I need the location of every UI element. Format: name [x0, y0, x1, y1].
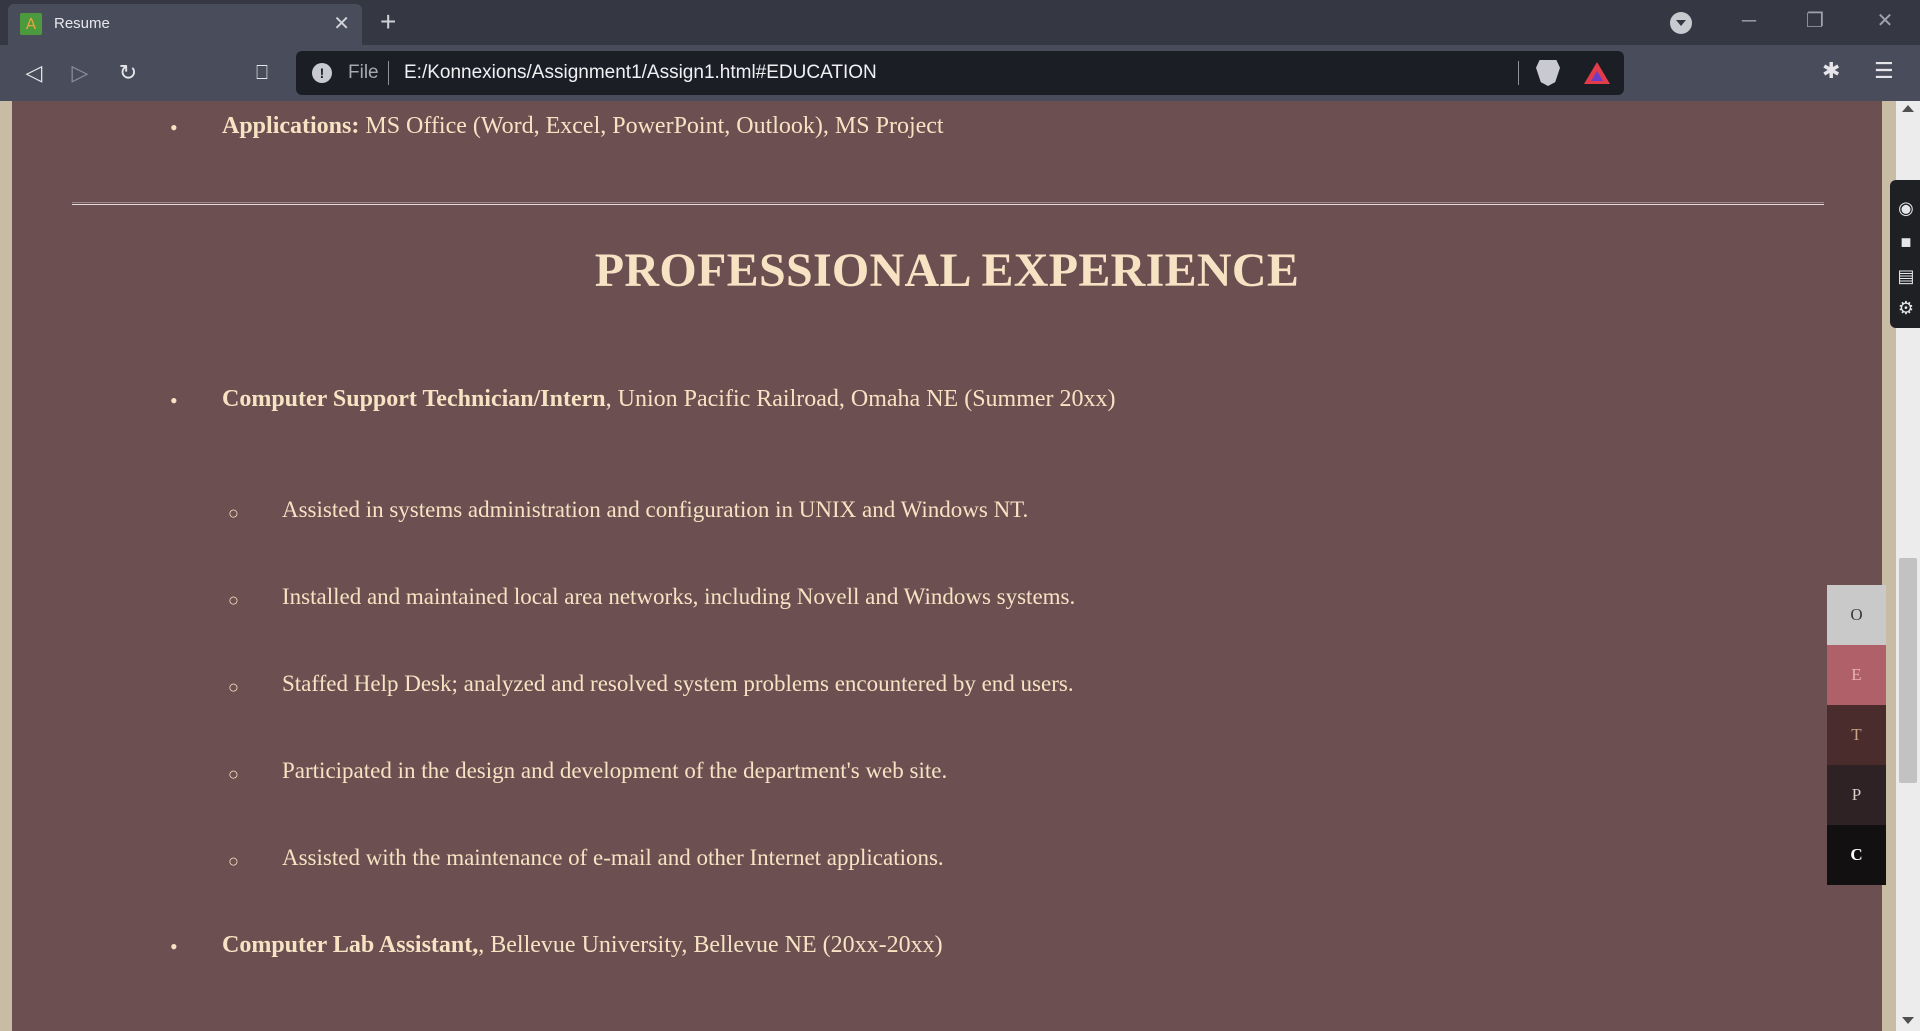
job-title: Computer Support Technician/Intern — [222, 386, 606, 412]
tab-favicon-icon: A — [20, 13, 42, 35]
skill-label: Applications: — [222, 113, 360, 139]
minimize-button[interactable]: ─ — [1726, 5, 1772, 37]
circle-bullet: ○ — [228, 677, 239, 697]
address-bar[interactable]: ! File E:/Konnexions/Assignment1/Assign1… — [296, 51, 1624, 95]
reload-icon[interactable]: ↻ — [112, 57, 144, 89]
menu-icon[interactable]: ☰ — [1874, 58, 1894, 84]
scroll-down-icon[interactable] — [1902, 1017, 1914, 1024]
url-divider — [1518, 61, 1519, 85]
duty-text: Assisted in systems administration and c… — [282, 497, 1029, 522]
duty-text: Installed and maintained local area netw… — [282, 584, 1076, 609]
section-nav-link-c[interactable]: C — [1827, 825, 1886, 885]
job-title: Computer Lab Assistant, — [222, 932, 479, 958]
section-nav-link-p[interactable]: P — [1827, 765, 1886, 825]
extensions-icon[interactable]: ✱ — [1822, 58, 1840, 84]
bullet: • — [170, 934, 178, 959]
section-divider — [72, 202, 1824, 205]
url-text[interactable]: E:/Konnexions/Assignment1/Assign1.html#E… — [404, 62, 877, 84]
job-line: Computer Lab Assistant,, Bellevue Univer… — [222, 932, 943, 959]
job-details: , Bellevue University, Bellevue NE (20xx… — [478, 932, 943, 958]
forward-icon[interactable]: ▷ — [64, 57, 96, 89]
circle-bullet: ○ — [228, 851, 239, 871]
bullet: • — [170, 388, 178, 413]
site-info-icon[interactable]: ! — [312, 63, 332, 83]
new-tab-button[interactable]: + — [380, 6, 396, 38]
circle-bullet: ○ — [228, 503, 239, 523]
browser-toolbar: ◁ ▷ ↻ ⎕ ! File E:/Konnexions/Assignment1… — [0, 45, 1920, 101]
duty-item: ○ Assisted in systems administration and… — [12, 497, 1882, 533]
restore-button[interactable]: ❐ — [1792, 5, 1838, 37]
page-viewport: • Applications: MS Office (Word, Excel, … — [0, 101, 1920, 1031]
duty-text: Assisted with the maintenance of e-mail … — [282, 845, 944, 870]
duty-item: ○ Staffed Help Desk; analyzed and resolv… — [12, 671, 1882, 707]
duty-item: ○ Assisted with the maintenance of e-mai… — [12, 845, 1882, 881]
gear-icon[interactable]: ⚙ — [1896, 298, 1916, 318]
resume-page: • Applications: MS Office (Word, Excel, … — [12, 101, 1882, 1031]
duty-text: Staffed Help Desk; analyzed and resolved… — [282, 671, 1074, 696]
scroll-up-icon[interactable] — [1902, 105, 1914, 112]
bullet: • — [170, 115, 178, 140]
section-nav-link-o[interactable]: O — [1827, 585, 1886, 645]
url-scheme-label: File — [348, 62, 379, 83]
scrollbar-thumb[interactable] — [1899, 558, 1917, 783]
list-item: • Applications: MS Office (Word, Excel, … — [12, 113, 1882, 149]
video-icon[interactable]: ■ — [1896, 232, 1916, 252]
close-window-button[interactable]: ✕ — [1862, 5, 1908, 37]
job-item: • Computer Support Technician/Intern, Un… — [12, 386, 1882, 422]
back-icon[interactable]: ◁ — [18, 57, 50, 89]
circle-bullet: ○ — [228, 590, 239, 610]
close-tab-icon[interactable]: ✕ — [333, 10, 350, 38]
job-item: • Computer Lab Assistant,, Bellevue Univ… — [12, 932, 1882, 968]
camera-icon[interactable]: ◉ — [1896, 198, 1916, 218]
bookmark-icon[interactable]: ⎕ — [246, 57, 278, 89]
tab-bar: A Resume ✕ + ─ ❐ ✕ — [0, 0, 1920, 45]
duty-item: ○ Participated in the design and develop… — [12, 758, 1882, 794]
url-divider — [388, 61, 389, 85]
job-line: Computer Support Technician/Intern, Unio… — [222, 386, 1116, 413]
brave-rewards-icon[interactable] — [1584, 62, 1610, 84]
duty-text: Participated in the design and developme… — [282, 758, 948, 783]
job-details: , Union Pacific Railroad, Omaha NE (Summ… — [605, 386, 1116, 412]
duty-item: ○ Installed and maintained local area ne… — [12, 584, 1882, 620]
section-nav: O E T P C — [1827, 585, 1886, 885]
section-nav-link-e[interactable]: E — [1827, 645, 1886, 705]
skill-text: MS Office (Word, Excel, PowerPoint, Outl… — [359, 113, 944, 139]
capture-toolbar: ◉ ■ ▤ ⚙ — [1890, 180, 1920, 328]
brave-shields-icon[interactable] — [1536, 60, 1560, 86]
browser-tab[interactable]: A Resume ✕ — [8, 4, 362, 45]
gallery-icon[interactable]: ▤ — [1896, 266, 1916, 286]
section-heading: PROFESSIONAL EXPERIENCE — [594, 244, 1300, 297]
circle-bullet: ○ — [228, 764, 239, 784]
tab-title: Resume — [54, 15, 110, 32]
tab-search-icon[interactable] — [1670, 12, 1692, 34]
section-nav-link-t[interactable]: T — [1827, 705, 1886, 765]
skill-line: Applications: MS Office (Word, Excel, Po… — [222, 113, 944, 140]
